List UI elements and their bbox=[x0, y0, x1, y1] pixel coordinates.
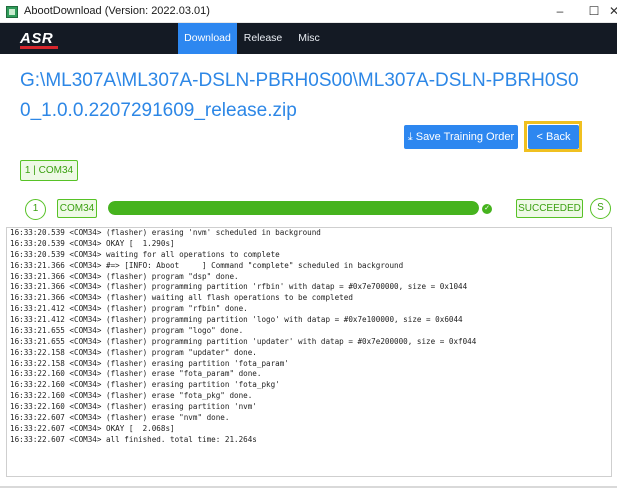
log-lines: 16:33:20.539 <COM34> (flasher) erasing '… bbox=[7, 228, 476, 446]
tab-misc[interactable]: Misc bbox=[289, 23, 329, 54]
save-training-order-button[interactable]: ⤓ Save Training Order bbox=[404, 125, 518, 149]
check-icon: ✓ bbox=[482, 204, 492, 214]
back-button[interactable]: < Back bbox=[528, 125, 579, 149]
log-output[interactable]: 16:33:20.539 <COM34> (flasher) erasing '… bbox=[6, 227, 612, 477]
status-badge: SUCCEEDED bbox=[516, 199, 583, 218]
log-line: 16:33:22.160 <COM34> (flasher) erase "fo… bbox=[10, 369, 262, 379]
log-line: 16:33:21.366 <COM34> #=> [INFO: Aboot ] … bbox=[10, 260, 404, 270]
tab-release[interactable]: Release bbox=[237, 23, 289, 54]
log-line: 16:33:20.539 <COM34> (flasher) erasing '… bbox=[10, 228, 321, 237]
logo-text: ASR bbox=[20, 30, 54, 47]
log-line: 16:33:20.539 <COM34> waiting for all ope… bbox=[10, 249, 280, 259]
minimize-icon[interactable]: – bbox=[542, 0, 578, 23]
log-line: 16:33:21.412 <COM34> (flasher) programmi… bbox=[10, 315, 463, 324]
log-line: 16:33:22.160 <COM34> (flasher) erasing p… bbox=[10, 380, 280, 390]
device-index-badge: 1 bbox=[25, 199, 46, 220]
log-line: 16:33:21.366 <COM34> (flasher) waiting a… bbox=[10, 293, 353, 303]
download-progress-fill bbox=[108, 201, 479, 215]
window-title: AbootDownload (Version: 2022.03.01) bbox=[24, 5, 210, 17]
log-line: 16:33:22.607 <COM34> OKAY [ 2.068s] bbox=[10, 423, 175, 433]
file-path-title: G:\ML307A\ML307A-DSLN-PBRH0S00\ML307A-DS… bbox=[20, 70, 579, 121]
asr-logo: ASR bbox=[20, 29, 58, 49]
app-icon bbox=[6, 6, 18, 18]
top-nav-bar: ASR Download Release Misc bbox=[0, 23, 617, 54]
log-line: 16:33:22.158 <COM34> (flasher) program "… bbox=[10, 347, 257, 357]
port-badge: COM34 bbox=[57, 199, 97, 218]
logo-underline bbox=[20, 46, 58, 49]
log-line: 16:33:21.655 <COM34> (flasher) programmi… bbox=[10, 336, 477, 346]
window-titlebar: AbootDownload (Version: 2022.03.01) – ☐ … bbox=[0, 0, 617, 23]
status-circle: S bbox=[590, 198, 611, 219]
log-line: 16:33:21.366 <COM34> (flasher) programmi… bbox=[10, 282, 468, 292]
log-line: 16:33:21.366 <COM34> (flasher) program "… bbox=[10, 271, 239, 281]
log-line: 16:33:21.655 <COM34> (flasher) program "… bbox=[10, 325, 244, 335]
log-line: 16:33:20.539 <COM34> OKAY [ 1.290s] bbox=[10, 238, 175, 248]
log-line: 16:33:21.412 <COM34> (flasher) program "… bbox=[10, 304, 248, 314]
tab-download[interactable]: Download bbox=[178, 23, 237, 54]
device-tag[interactable]: 1 | COM34 bbox=[20, 160, 78, 181]
log-line: 16:33:22.160 <COM34> (flasher) erase "fo… bbox=[10, 391, 253, 401]
log-line: 16:33:22.607 <COM34> all finished. total… bbox=[10, 434, 257, 444]
download-progress-bar bbox=[108, 201, 479, 215]
close-icon[interactable]: ✕ bbox=[604, 0, 617, 23]
log-line: 16:33:22.607 <COM34> (flasher) erase "nv… bbox=[10, 412, 230, 422]
log-line: 16:33:22.158 <COM34> (flasher) erasing p… bbox=[10, 358, 289, 368]
log-line: 16:33:22.160 <COM34> (flasher) erasing p… bbox=[10, 402, 257, 411]
